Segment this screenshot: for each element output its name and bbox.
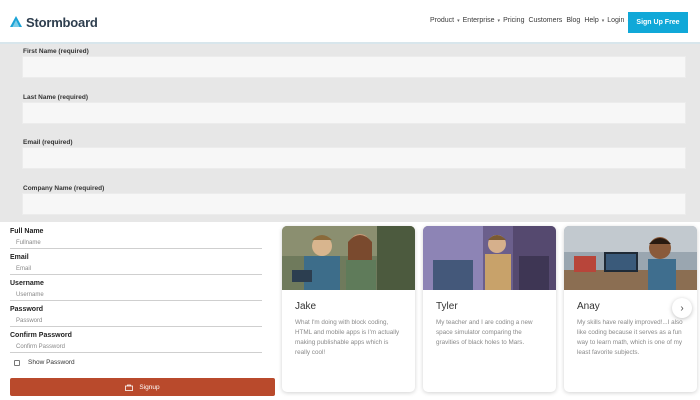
nav-enterprise[interactable]: Enterprise — [463, 17, 495, 24]
email-field[interactable] — [22, 147, 686, 169]
testimonial-card-jake: Jake What I'm doing with block coding, H… — [282, 226, 415, 392]
show-password-toggle[interactable]: Show Password — [14, 359, 75, 366]
top-navbar: Stormboard Product ▾ Enterprise ▾ Pricin… — [0, 0, 700, 44]
full-name-input[interactable]: Fullname — [10, 237, 262, 249]
first-name-label: First Name (required) — [23, 48, 89, 55]
signup-button-label: Signup — [139, 383, 160, 391]
stormboard-logo[interactable]: Stormboard — [9, 13, 98, 31]
company-name-label: Company Name (required) — [23, 185, 105, 192]
logo-icon — [10, 16, 22, 27]
testimonial-quote: My skills have really improved!...I also… — [577, 319, 683, 356]
chevron-right-icon[interactable]: › — [672, 298, 692, 318]
nav-customers[interactable]: Customers — [528, 17, 562, 24]
password-label: Password — [10, 306, 44, 313]
sign-up-free-button[interactable]: Sign Up Free — [628, 12, 688, 33]
testimonial-quote: My teacher and I are coding a new space … — [436, 319, 533, 346]
full-name-label: Full Name — [10, 228, 44, 235]
username-label: Username — [10, 280, 44, 287]
nav-product[interactable]: Product — [430, 17, 454, 24]
testimonial-name: Tyler — [436, 301, 458, 312]
show-password-label: Show Password — [28, 359, 75, 366]
last-name-field[interactable] — [22, 102, 686, 124]
last-name-label: Last Name (required) — [23, 94, 89, 101]
testimonial-name: Jake — [295, 301, 317, 312]
signup-email-input[interactable]: Email — [10, 263, 262, 275]
logo-text: Stormboard — [26, 14, 98, 30]
testimonial-name: Anay — [577, 301, 600, 312]
nav-dropdown-dot-icon: ▾ — [497, 17, 501, 24]
username-input[interactable]: Username — [10, 289, 262, 301]
first-name-field[interactable] — [22, 56, 686, 78]
confirm-password-label: Confirm Password — [10, 332, 72, 339]
confirm-password-input[interactable]: Confirm Password — [10, 341, 262, 353]
company-name-field[interactable] — [22, 193, 686, 215]
signup-icon — [125, 384, 134, 391]
email-label: Email (required) — [23, 139, 73, 146]
page: Stormboard Product ▾ Enterprise ▾ Pricin… — [0, 0, 700, 400]
testimonial-quote: What I'm doing with block coding, HTML a… — [295, 319, 400, 356]
tyler-photo — [423, 226, 556, 290]
show-password-checkbox[interactable] — [14, 359, 20, 366]
nav-dropdown-dot-icon: ▾ — [601, 17, 605, 24]
signup-button[interactable]: Signup — [10, 378, 275, 396]
testimonial-card-tyler: Tyler My teacher and I are coding a new … — [423, 226, 556, 392]
nav-dropdown-dot-icon: ▾ — [457, 17, 460, 24]
jake-photo — [282, 226, 415, 290]
password-input[interactable]: Password — [10, 315, 262, 327]
nav-blog[interactable]: Blog — [566, 17, 580, 24]
main-nav: Product ▾ Enterprise ▾ Pricing Customers… — [430, 17, 633, 24]
signup-email-label: Email — [10, 254, 29, 261]
nav-help[interactable]: Help — [584, 17, 598, 24]
anay-photo — [564, 226, 697, 290]
nav-pricing[interactable]: Pricing — [503, 17, 524, 24]
